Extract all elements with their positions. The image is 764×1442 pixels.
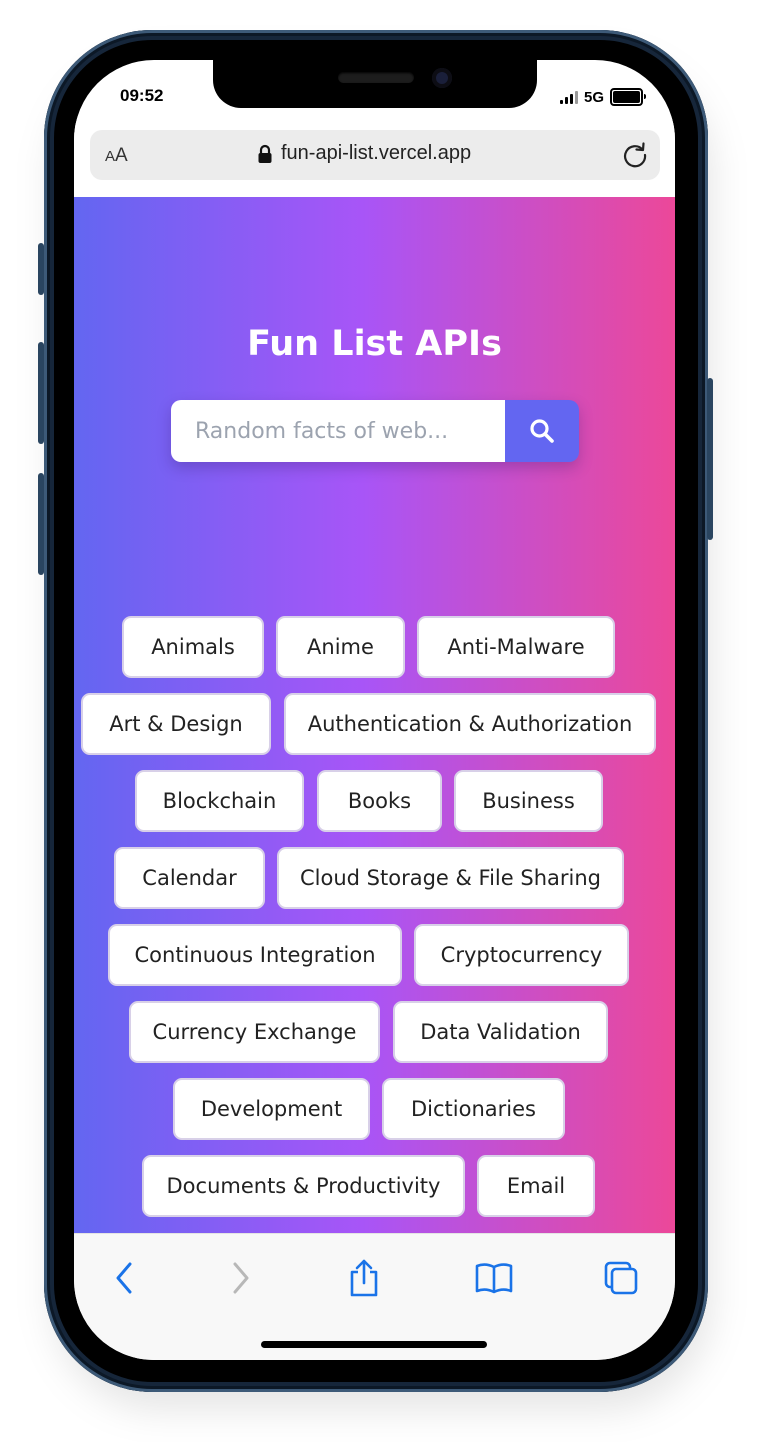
bookmarks-icon xyxy=(475,1263,513,1294)
search-button[interactable] xyxy=(505,400,579,462)
category-chip-business[interactable]: Business xyxy=(454,770,603,832)
category-chip-development[interactable]: Development xyxy=(173,1078,370,1140)
share-button[interactable] xyxy=(344,1258,384,1298)
bookmarks-button[interactable] xyxy=(474,1258,514,1298)
category-chip-books[interactable]: Books xyxy=(317,770,442,832)
search-bar xyxy=(171,400,579,462)
category-chip-art-design[interactable]: Art & Design xyxy=(81,693,271,755)
category-chip-dictionaries[interactable]: Dictionaries xyxy=(382,1078,565,1140)
battery-icon xyxy=(610,88,646,106)
url-display[interactable]: fun-api-list.vercel.app xyxy=(257,142,471,165)
category-chip-animals[interactable]: Animals xyxy=(122,616,264,678)
page-title: Fun List APIs xyxy=(247,324,502,364)
volume-down-button xyxy=(38,473,44,575)
address-bar[interactable]: AA fun-api-list.vercel.app xyxy=(90,130,660,180)
category-chip-anti-malware[interactable]: Anti-Malware xyxy=(417,616,615,678)
share-icon xyxy=(350,1259,378,1297)
back-icon xyxy=(116,1262,132,1294)
category-chip-calendar[interactable]: Calendar xyxy=(114,847,265,909)
lock-icon xyxy=(258,144,272,163)
tabs-icon xyxy=(604,1261,638,1295)
web-page: Fun List APIs Animals Anime Anti-Malware… xyxy=(74,197,675,1233)
category-chip-currency-exchange[interactable]: Currency Exchange xyxy=(129,1001,380,1063)
category-chip-continuous-integration[interactable]: Continuous Integration xyxy=(108,924,402,986)
speaker xyxy=(338,72,414,83)
power-button xyxy=(707,378,713,540)
category-chip-data-validation[interactable]: Data Validation xyxy=(393,1001,608,1063)
front-camera xyxy=(432,68,452,88)
status-time: 09:52 xyxy=(120,86,164,105)
mute-switch xyxy=(38,243,44,295)
reload-icon[interactable] xyxy=(620,140,650,170)
tabs-button[interactable] xyxy=(601,1258,641,1298)
signal-icon xyxy=(559,90,578,104)
phone-screen: 09:52 5G AA fun-api-list.vercel.app Fun … xyxy=(74,60,675,1360)
category-chip-anime[interactable]: Anime xyxy=(276,616,405,678)
home-indicator xyxy=(261,1341,487,1348)
notch xyxy=(213,60,537,108)
text-size-button[interactable]: AA xyxy=(105,145,128,167)
search-input[interactable] xyxy=(171,400,505,462)
category-chip-documents-productivity[interactable]: Documents & Productivity xyxy=(142,1155,465,1217)
browser-address-area: AA fun-api-list.vercel.app xyxy=(74,118,675,198)
category-chip-authentication-authorization[interactable]: Authentication & Authorization xyxy=(284,693,656,755)
category-chip-blockchain[interactable]: Blockchain xyxy=(135,770,304,832)
search-icon xyxy=(530,419,554,443)
category-chip-cloud-storage[interactable]: Cloud Storage & File Sharing xyxy=(277,847,624,909)
url-text: fun-api-list.vercel.app xyxy=(281,142,472,164)
volume-up-button xyxy=(38,342,44,444)
browser-toolbar xyxy=(74,1233,675,1360)
category-chip-cryptocurrency[interactable]: Cryptocurrency xyxy=(414,924,629,986)
status-indicators: 5G xyxy=(559,88,646,106)
forward-button[interactable] xyxy=(221,1258,261,1298)
back-button[interactable] xyxy=(104,1258,144,1298)
category-chip-email[interactable]: Email xyxy=(477,1155,595,1217)
network-type: 5G xyxy=(583,88,604,106)
forward-icon xyxy=(233,1262,249,1294)
